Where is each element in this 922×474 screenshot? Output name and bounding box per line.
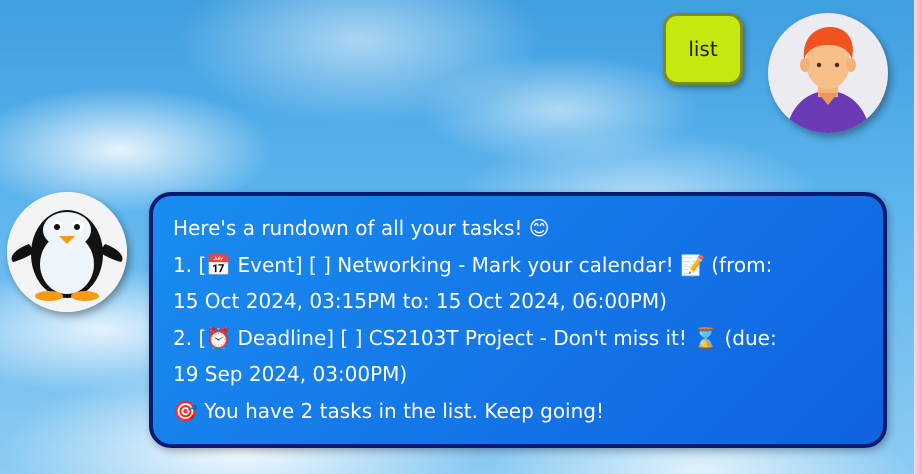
bot-avatar (7, 192, 127, 312)
user-message-bubble: list (663, 13, 743, 85)
bot-message-bubble: Here's a rundown of all your tasks! 😊 1.… (149, 192, 887, 448)
bot-message-line: Here's a rundown of all your tasks! 😊 (173, 216, 550, 240)
user-message-text: list (688, 37, 718, 61)
bot-message-line: 1. [📅 Event] [ ] Networking - Mark your … (173, 252, 773, 277)
bot-message-line: 15 Oct 2024, 03:15PM to: 15 Oct 2024, 06… (173, 289, 667, 313)
bot-message-line: 19 Sep 2024, 03:00PM) (173, 362, 408, 386)
user-avatar (768, 13, 888, 133)
person-avatar-icon (786, 27, 870, 133)
penguin-avatar-icon (7, 192, 127, 312)
window-right-edge (914, 0, 922, 474)
bot-message-line: 2. [⏰ Deadline] [ ] CS2103T Project - Do… (173, 325, 777, 350)
bot-message-line: 🎯 You have 2 tasks in the list. Keep goi… (173, 398, 604, 423)
